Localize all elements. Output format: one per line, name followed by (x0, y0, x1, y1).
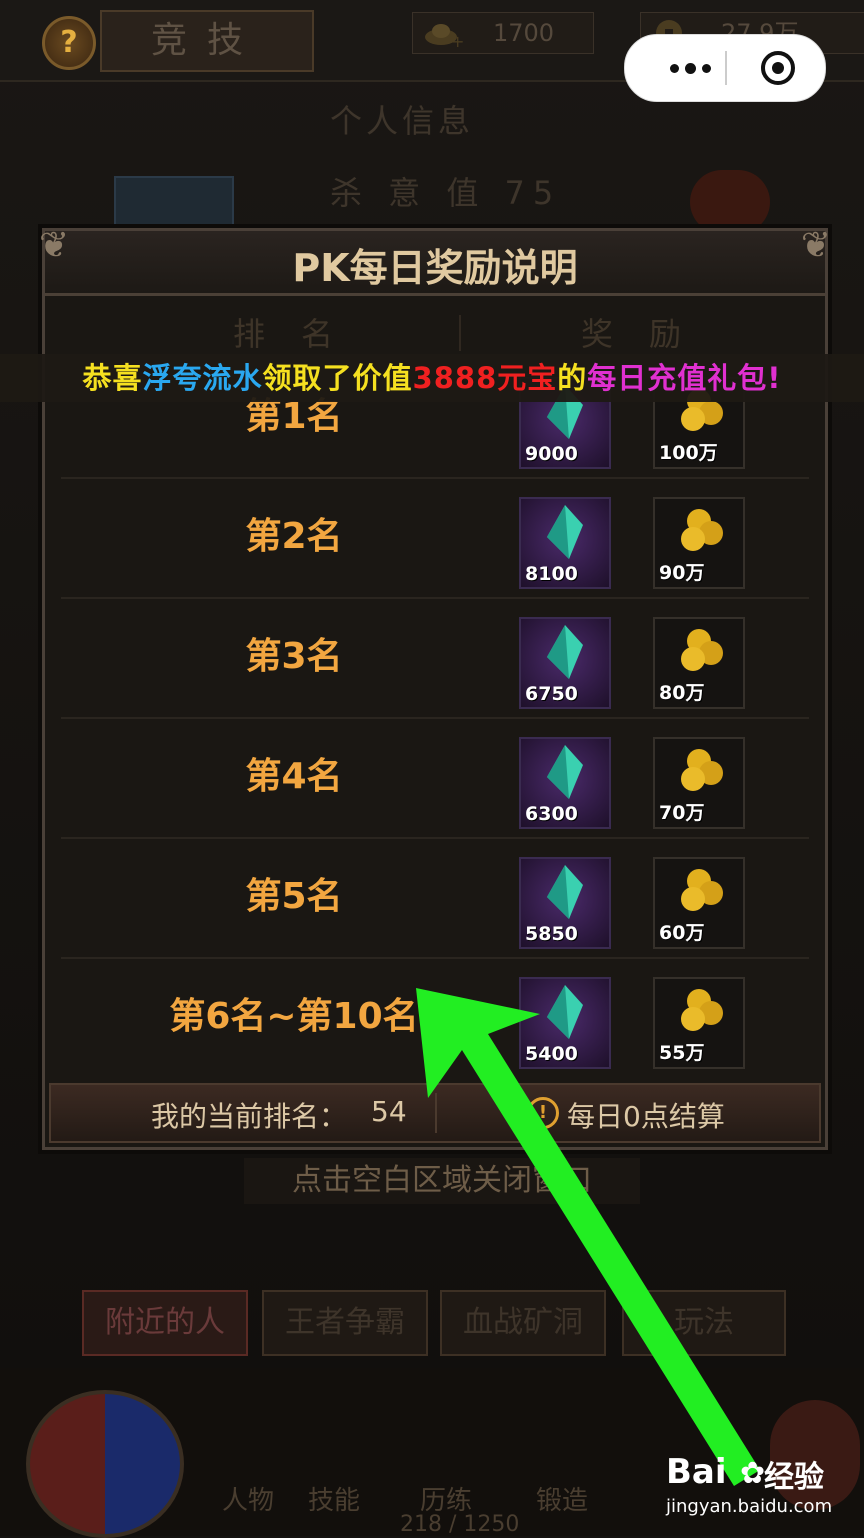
coin-quantity: 80万 (659, 682, 705, 704)
my-rank-label: 我的当前排名： (151, 1100, 348, 1133)
coin-reward[interactable]: 90万 (653, 497, 745, 589)
coin-stack-icon (681, 989, 723, 1031)
tab-nearby[interactable]: 附近的人 (82, 1290, 248, 1356)
coin-quantity: 55万 (659, 1042, 705, 1064)
coin-reward[interactable]: 60万 (653, 857, 745, 949)
broadcast-text: 恭喜 (82, 361, 143, 395)
nav-character[interactable]: 人物 (222, 1480, 274, 1517)
watermark-brand-2: 经验 (764, 1460, 824, 1495)
page-title: 竞技 (100, 10, 314, 72)
baidu-paw-icon: ✿ (740, 1456, 766, 1491)
column-header-rank: 排名 (233, 315, 370, 353)
coin-reward[interactable]: 80万 (653, 617, 745, 709)
broadcast-amount: 3888元宝 (412, 361, 558, 395)
column-divider (459, 315, 461, 351)
coin-stack-icon (681, 749, 723, 791)
table-row: 第6名~第10名 5400 55万 (61, 959, 809, 1077)
table-row: 第2名 8100 90万 (61, 479, 809, 599)
table-row: 第3名 6750 80万 (61, 599, 809, 719)
yinyang-icon[interactable] (26, 1390, 184, 1538)
tab-gameplay[interactable]: 玩法 (622, 1290, 786, 1356)
crystal-icon (547, 865, 583, 919)
gem-quantity: 9000 (525, 443, 578, 465)
capsule-divider (725, 51, 727, 85)
gem-quantity: 6300 (525, 803, 578, 825)
my-rank-value: 54 (371, 1095, 407, 1128)
coin-quantity: 60万 (659, 922, 705, 944)
gem-quantity: 5400 (525, 1043, 578, 1065)
coin-reward[interactable]: 55万 (653, 977, 745, 1069)
emblem-icon (690, 170, 770, 234)
my-rank-bar: 我的当前排名： 54 ! 每日0点结算 (49, 1083, 821, 1143)
gem-quantity: 6750 (525, 683, 578, 705)
settlement-note: 每日0点结算 (567, 1100, 725, 1133)
gold-amount: 1700 (493, 19, 555, 47)
rank-label: 第5名 (245, 876, 343, 917)
dialog-header: ❦ PK每日奖励说明 ❦ (39, 225, 831, 296)
miniprogram-capsule (624, 34, 826, 102)
gem-reward[interactable]: 6300 (519, 737, 611, 829)
broadcast-banner: 恭喜浮夸流水领取了价值3888元宝的每日充值礼包! (0, 354, 864, 402)
broadcast-text: 的 (557, 361, 588, 395)
gold-ingot-icon: + (425, 24, 463, 49)
gem-reward[interactable]: 8100 (519, 497, 611, 589)
personal-info-heading: 个人信息 (330, 102, 475, 140)
bar-divider (435, 1093, 437, 1133)
gem-quantity: 8100 (525, 563, 578, 585)
rank-label: 第4名 (245, 756, 343, 797)
broadcast-text: 领取了价值 (262, 361, 413, 395)
table-row: 第5名 5850 60万 (61, 839, 809, 959)
crystal-icon (547, 505, 583, 559)
rank-label: 第3名 (245, 636, 343, 677)
table-row: 第4名 6300 70万 (61, 719, 809, 839)
nav-skills[interactable]: 技能 (308, 1480, 360, 1517)
help-button[interactable]: ? (42, 16, 96, 70)
ornament-right-icon: ❦ (800, 225, 831, 266)
coin-stack-icon (681, 509, 723, 551)
crystal-icon (547, 745, 583, 799)
more-options-icon[interactable] (655, 35, 725, 101)
crystal-icon (547, 625, 583, 679)
close-miniprogram-icon[interactable] (761, 51, 795, 85)
close-hint[interactable]: 点击空白区域关闭窗口 (244, 1158, 640, 1204)
baidu-watermark: Bai ✿ 经验 jingyan.baidu.com (664, 1452, 864, 1524)
watermark-brand: Bai (666, 1452, 727, 1492)
crystal-icon (547, 985, 583, 1039)
gem-reward[interactable]: 5400 (519, 977, 611, 1069)
nav-forge[interactable]: 锻造 (536, 1480, 588, 1517)
coin-stack-icon (681, 869, 723, 911)
gem-quantity: 5850 (525, 923, 578, 945)
column-header-reward: 奖励 (581, 315, 718, 353)
svg-text:+: + (451, 32, 463, 49)
rank-label: 第6名~第10名 (169, 996, 419, 1037)
rank-label: 第2名 (245, 516, 343, 557)
coin-quantity: 70万 (659, 802, 705, 824)
coin-quantity: 100万 (659, 442, 718, 464)
tab-mine-battle[interactable]: 血战矿洞 (440, 1290, 606, 1356)
tab-king-battle[interactable]: 王者争霸 (262, 1290, 428, 1356)
progress-counter: 218 / 1250 (400, 1512, 520, 1537)
dialog-title: PK每日奖励说明 (292, 246, 578, 290)
coin-quantity: 90万 (659, 562, 705, 584)
broadcast-package: 每日充值礼包! (587, 361, 782, 395)
gem-reward[interactable]: 5850 (519, 857, 611, 949)
broadcast-player: 浮夸流水 (142, 361, 263, 395)
alert-icon: ! (527, 1097, 559, 1129)
coin-reward[interactable]: 70万 (653, 737, 745, 829)
gem-reward[interactable]: 6750 (519, 617, 611, 709)
watermark-url: jingyan.baidu.com (666, 1496, 833, 1517)
kill-value: 杀 意 值 75 (330, 174, 562, 212)
gold-currency[interactable]: + 1700 (412, 12, 594, 54)
coin-stack-icon (681, 629, 723, 671)
